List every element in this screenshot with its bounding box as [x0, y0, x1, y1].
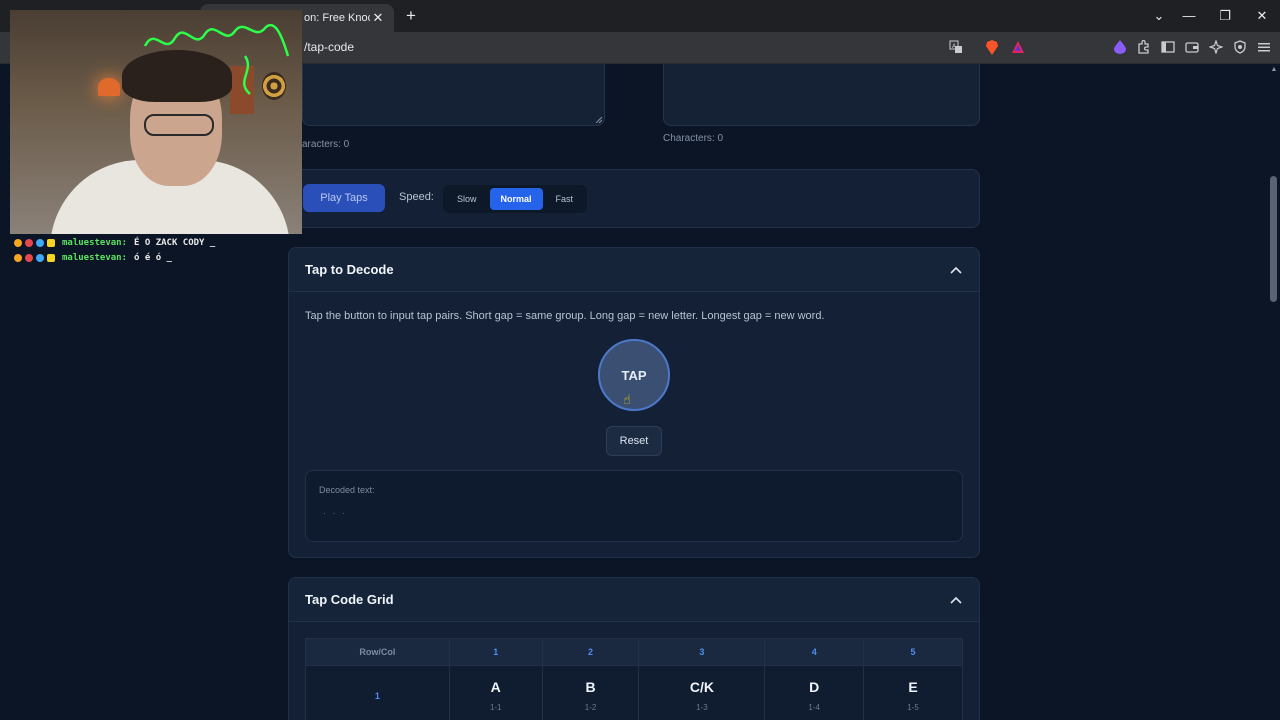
- tab-title: on: Free Knock Co: [304, 12, 370, 24]
- input-char-count: aracters: 0: [302, 139, 350, 150]
- chat-username: maluestevan:: [62, 237, 128, 248]
- column-header: 2: [541, 638, 640, 666]
- chevron-up-icon[interactable]: [949, 263, 963, 277]
- speed-fast-button[interactable]: Fast: [545, 188, 585, 210]
- tap-decode-title: Tap to Decode: [305, 262, 394, 277]
- chat-message: maluestevan: É O ZACK CODY _: [14, 235, 304, 250]
- sidebar-icon[interactable]: [1160, 40, 1176, 56]
- cell-letter: A: [490, 679, 501, 695]
- corner-header: Row/Col: [305, 638, 450, 666]
- tab-search-icon[interactable]: ⌄: [1151, 8, 1167, 24]
- decoded-output: Decoded text: · · ·: [305, 470, 963, 542]
- cell-letter: C/K: [689, 679, 714, 695]
- speed-slow-button[interactable]: Slow: [446, 188, 488, 210]
- translate-icon[interactable]: A: [948, 40, 964, 56]
- brave-shield-icon[interactable]: [984, 40, 1000, 56]
- cell-code: 1-4: [808, 703, 820, 712]
- glasses-shape: [144, 114, 214, 136]
- scroll-up-arrow-icon[interactable]: ▲: [1268, 66, 1280, 73]
- vpn-icon[interactable]: [1232, 40, 1248, 56]
- restore-icon[interactable]: ❐: [1217, 8, 1233, 24]
- minimize-icon[interactable]: —: [1181, 8, 1197, 24]
- page-scrollbar[interactable]: [1268, 64, 1280, 720]
- playback-card: Play Taps Speed: Slow Normal Fast: [288, 169, 980, 228]
- tap-code-grid-header[interactable]: Tap Code Grid: [289, 578, 979, 622]
- cell-letter: E: [908, 679, 918, 695]
- stream-chat: maluestevan: É O ZACK CODY _ maluestevan…: [14, 235, 304, 265]
- chat-username: maluestevan:: [62, 252, 128, 263]
- message-input-textarea[interactable]: [302, 64, 605, 126]
- grid-cell[interactable]: B 1-2: [541, 665, 640, 720]
- chat-message: maluestevan: ó é ó _: [14, 250, 304, 265]
- tap-decode-card: Tap to Decode Tap the button to input ta…: [288, 247, 980, 558]
- badge-icon: [47, 253, 55, 262]
- new-tab-icon[interactable]: +: [402, 7, 420, 25]
- tap-code-grid-card: Tap Code Grid Row/Col 1 2 3 4 5 1 A 1-1 B…: [288, 577, 980, 720]
- chat-text: ó é ó _: [134, 252, 172, 263]
- grid-cell[interactable]: C/K 1-3: [638, 665, 766, 720]
- ai-icon[interactable]: [1208, 39, 1224, 56]
- extensions-icon[interactable]: [1136, 39, 1152, 56]
- decode-instructions: Tap the button to input tap pairs. Short…: [305, 310, 825, 322]
- window-close-icon[interactable]: ✕: [1254, 8, 1270, 24]
- play-taps-button[interactable]: Play Taps: [303, 184, 385, 212]
- menu-icon[interactable]: [1256, 40, 1272, 56]
- speed-selector: Slow Normal Fast: [443, 185, 588, 213]
- output-char-count: Characters: 0: [663, 133, 724, 144]
- table-header-row: Row/Col 1 2 3 4 5: [305, 638, 963, 666]
- badge-icon: [25, 253, 33, 262]
- grid-cell[interactable]: D 1-4: [764, 665, 865, 720]
- brave-rewards-icon[interactable]: [1010, 40, 1026, 56]
- grid-cell[interactable]: E 1-5: [863, 665, 963, 720]
- column-header: 4: [764, 638, 865, 666]
- address-bar[interactable]: /tap-code: [304, 40, 354, 54]
- wallet-icon[interactable]: [1184, 40, 1200, 56]
- cell-code: 1-2: [584, 703, 597, 712]
- tap-code-table: Row/Col 1 2 3 4 5 1 A 1-1 B 1-2 C/K 1-3 D 1-…: [305, 638, 963, 720]
- column-header: 3: [638, 638, 766, 666]
- column-header: 1: [448, 638, 543, 666]
- tap-decode-header[interactable]: Tap to Decode: [289, 248, 979, 292]
- hand-cursor-icon: ☝: [623, 392, 631, 407]
- badge-icon: [36, 253, 44, 262]
- chevron-up-icon[interactable]: [949, 593, 963, 607]
- cell-letter: B: [585, 679, 596, 695]
- tap-button[interactable]: TAP: [598, 339, 670, 411]
- lamp-shape: [98, 78, 120, 96]
- speed-label: Speed:: [399, 191, 434, 203]
- grid-cell[interactable]: A 1-1: [448, 665, 543, 720]
- output-textarea[interactable]: [663, 64, 980, 126]
- chat-text: É O ZACK CODY _: [134, 237, 216, 248]
- close-tab-icon[interactable]: ✕: [370, 10, 386, 26]
- reset-button[interactable]: Reset: [606, 426, 662, 456]
- decoded-label: Decoded text:: [319, 485, 375, 495]
- table-row: 1 A 1-1 B 1-2 C/K 1-3 D 1-4 E 1-5: [305, 665, 963, 720]
- cell-code: 1-1: [489, 703, 502, 712]
- webcam-overlay: [10, 10, 302, 234]
- person-hair-shape: [122, 50, 232, 102]
- column-header: 5: [863, 638, 963, 666]
- badge-icon: [14, 238, 22, 247]
- leo-icon[interactable]: [1112, 40, 1128, 56]
- decoded-value: · · ·: [323, 508, 347, 518]
- badge-icon: [47, 238, 55, 247]
- resize-handle-icon[interactable]: [596, 117, 602, 123]
- row-header: 1: [305, 665, 450, 720]
- cell-code: 1-3: [696, 703, 708, 712]
- badge-icon: [36, 238, 44, 247]
- cell-code: 1-5: [907, 703, 919, 712]
- speed-normal-button[interactable]: Normal: [489, 188, 543, 210]
- cell-letter: D: [809, 679, 820, 695]
- badge-icon: [25, 238, 33, 247]
- badge-icon: [14, 253, 22, 262]
- scrollbar-thumb[interactable]: [1270, 176, 1277, 302]
- tap-code-grid-title: Tap Code Grid: [305, 592, 394, 607]
